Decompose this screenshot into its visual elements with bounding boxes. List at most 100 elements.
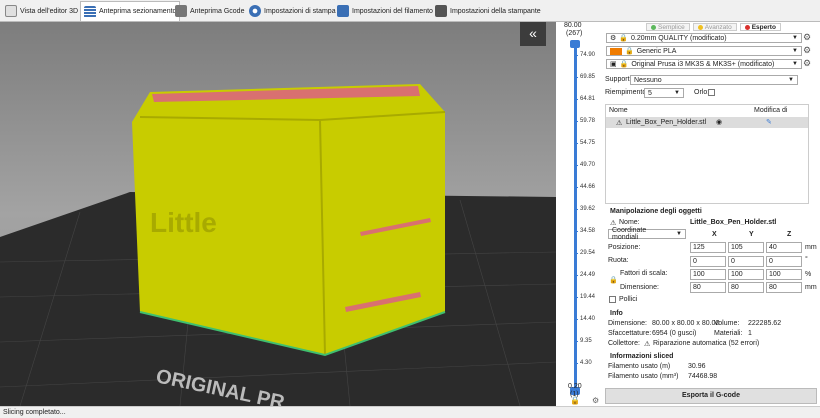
slider-settings-icon[interactable]: ⚙ xyxy=(592,396,599,405)
3d-viewport[interactable]: ORIGINAL PR Little « xyxy=(0,22,556,406)
eye-icon[interactable]: ◉ xyxy=(716,118,722,126)
info-volume-label: Volume: xyxy=(714,320,740,327)
mode-dot-icon xyxy=(651,24,656,30)
printer-preset-select[interactable]: ▣ 🔒 Original Prusa i3 MK3S & MK3S+ (modifi… xyxy=(606,59,802,69)
supports-label: Supporti: xyxy=(605,76,634,83)
chevron-down-icon: ▼ xyxy=(674,90,680,96)
infill-select[interactable]: 5 ▼ xyxy=(644,88,684,98)
size-z-field[interactable]: 80 xyxy=(766,282,802,293)
printer-icon xyxy=(175,5,187,17)
rotation-y-field[interactable]: 0 xyxy=(728,256,764,267)
lock-icon: 🔒 xyxy=(619,61,629,68)
size-y-field[interactable]: 80 xyxy=(728,282,764,293)
export-gcode-button[interactable]: Esporta il G-code xyxy=(605,388,817,404)
slider-top-layer: (267) xyxy=(566,30,583,37)
info-size-label: Dimensione: xyxy=(608,320,647,327)
slider-tick-mark xyxy=(574,143,578,144)
tab-3d-editor[interactable]: Vista dell'editor 3D xyxy=(2,1,81,21)
printer-preset-settings-icon[interactable]: ⚙ xyxy=(803,58,811,69)
lock-icon[interactable]: 🔒 xyxy=(570,396,580,405)
slider-tick-mark xyxy=(574,77,578,78)
axis-x-label: X xyxy=(712,231,717,238)
slider-tick-label: 49.70 xyxy=(580,162,596,168)
coordinate-system-select[interactable]: Coordinate mondiali ▼ xyxy=(608,227,686,241)
gear-icon xyxy=(249,5,261,17)
filament-color-swatch xyxy=(610,47,622,55)
position-z-field[interactable]: 40 xyxy=(766,242,802,253)
collapse-sidebar-button[interactable]: « xyxy=(520,22,546,46)
rotation-x-field[interactable]: 0 xyxy=(690,256,726,267)
filament-mm3-value: 74468.98 xyxy=(688,373,718,380)
tab-printer-settings[interactable]: Impostazioni della stampante xyxy=(432,1,544,21)
layer-slider[interactable]: 80.00 (267) 74.90 69.85 64.81 59.78 54.75 49.… xyxy=(556,22,602,406)
mode-advanced[interactable]: Avanzato xyxy=(692,23,737,31)
object-list-item[interactable]: ⚠ Little_Box_Pen_Holder.stl ◉ ✎ xyxy=(606,117,808,128)
filament-preset-select[interactable]: 🔒 Generic PLA ▼ xyxy=(606,46,802,56)
mode-selector: Semplice Avanzato Esperto xyxy=(646,23,781,31)
slider-tick-label: 64.81 xyxy=(580,96,596,102)
slider-tick-mark xyxy=(574,55,578,56)
brim-checkbox[interactable] xyxy=(708,89,715,96)
slider-tick-mark xyxy=(574,341,578,342)
mode-expert[interactable]: Esperto xyxy=(739,23,781,31)
info-manifold-label: Collettore: xyxy=(608,340,640,347)
object-list: Nome Modifica di ⚠ Little_Box_Pen_Holder… xyxy=(605,104,809,204)
sliced-info-title: Informazioni sliced xyxy=(610,353,674,360)
slider-tick-label: 39.62 xyxy=(580,206,596,212)
print-preset-settings-icon[interactable]: ⚙ xyxy=(803,32,811,43)
inches-checkbox[interactable] xyxy=(609,296,616,303)
axis-y-label: Y xyxy=(749,231,754,238)
manipulation-title: Manipolazione degli oggetti xyxy=(610,208,702,215)
print-preset-select[interactable]: ⚙ 🔒 0.20mm QUALITY (modificato) ▼ xyxy=(606,33,802,43)
slider-tick-label: 14.40 xyxy=(580,316,596,322)
rotation-unit: ° xyxy=(805,256,808,263)
slider-tick-label: 69.85 xyxy=(580,74,596,80)
printer-icon: ▣ xyxy=(610,61,617,68)
layers-icon xyxy=(84,5,96,18)
position-x-field[interactable]: 125 xyxy=(690,242,726,253)
scale-unit: % xyxy=(805,271,812,278)
slider-tick-mark xyxy=(574,121,578,122)
info-facets-value: 6954 (0 gusci) xyxy=(652,330,697,337)
infill-label: Riempimento: xyxy=(605,89,649,96)
scale-label: Fattori di scala: xyxy=(620,270,668,277)
tab-filament-settings[interactable]: Impostazioni del filamento xyxy=(334,1,436,21)
slider-upper-thumb[interactable] xyxy=(570,40,580,48)
inches-label: Pollici xyxy=(619,296,638,303)
info-volume-value: 222285.62 xyxy=(748,320,782,327)
size-label: Dimensione: xyxy=(620,284,659,291)
slider-tick-label: 9.35 xyxy=(580,338,592,344)
scale-z-field[interactable]: 100 xyxy=(766,269,802,280)
slider-tick-mark xyxy=(574,253,578,254)
slider-tick-label: 44.66 xyxy=(580,184,596,190)
position-y-field[interactable]: 105 xyxy=(728,242,764,253)
brim-label: Orlo: xyxy=(694,89,710,96)
tab-slice-preview[interactable]: Anteprima sezionamento xyxy=(80,1,181,21)
chevron-down-icon: ▼ xyxy=(792,48,798,54)
position-unit: mm xyxy=(805,244,817,251)
slider-tick-mark xyxy=(574,319,578,320)
edit-icon[interactable]: ✎ xyxy=(766,118,772,126)
tab-gcode-preview[interactable]: Anteprima Gcode xyxy=(172,1,247,21)
slider-tick-label: 29.54 xyxy=(580,250,596,256)
lock-icon[interactable]: 🔒 xyxy=(609,276,618,284)
object-name-value: Little_Box_Pen_Holder.stl xyxy=(690,219,777,226)
slider-tick-label: 34.58 xyxy=(580,228,596,234)
slider-tick-mark xyxy=(574,363,578,364)
rotation-z-field[interactable]: 0 xyxy=(766,256,802,267)
scale-x-field[interactable]: 100 xyxy=(690,269,726,280)
info-manifold-value: Riparazione automatica (52 errori) xyxy=(653,340,760,347)
slider-tick-label: 74.90 xyxy=(580,52,596,58)
supports-select[interactable]: Nessuno ▼ xyxy=(630,75,798,85)
object-name-label: Nome: xyxy=(619,219,640,226)
slider-bottom-value: 0.20 xyxy=(568,383,582,390)
filament-m-label: Filamento usato (m) xyxy=(608,363,671,370)
slider-tick-label: 54.75 xyxy=(580,140,596,146)
scale-y-field[interactable]: 100 xyxy=(728,269,764,280)
size-x-field[interactable]: 80 xyxy=(690,282,726,293)
warning-icon: ⚠ xyxy=(610,220,617,227)
filament-preset-settings-icon[interactable]: ⚙ xyxy=(803,45,811,56)
tab-print-settings[interactable]: Impostazioni di stampa xyxy=(246,1,339,21)
mode-simple[interactable]: Semplice xyxy=(646,23,690,31)
scene: ORIGINAL PR Little xyxy=(0,84,556,406)
